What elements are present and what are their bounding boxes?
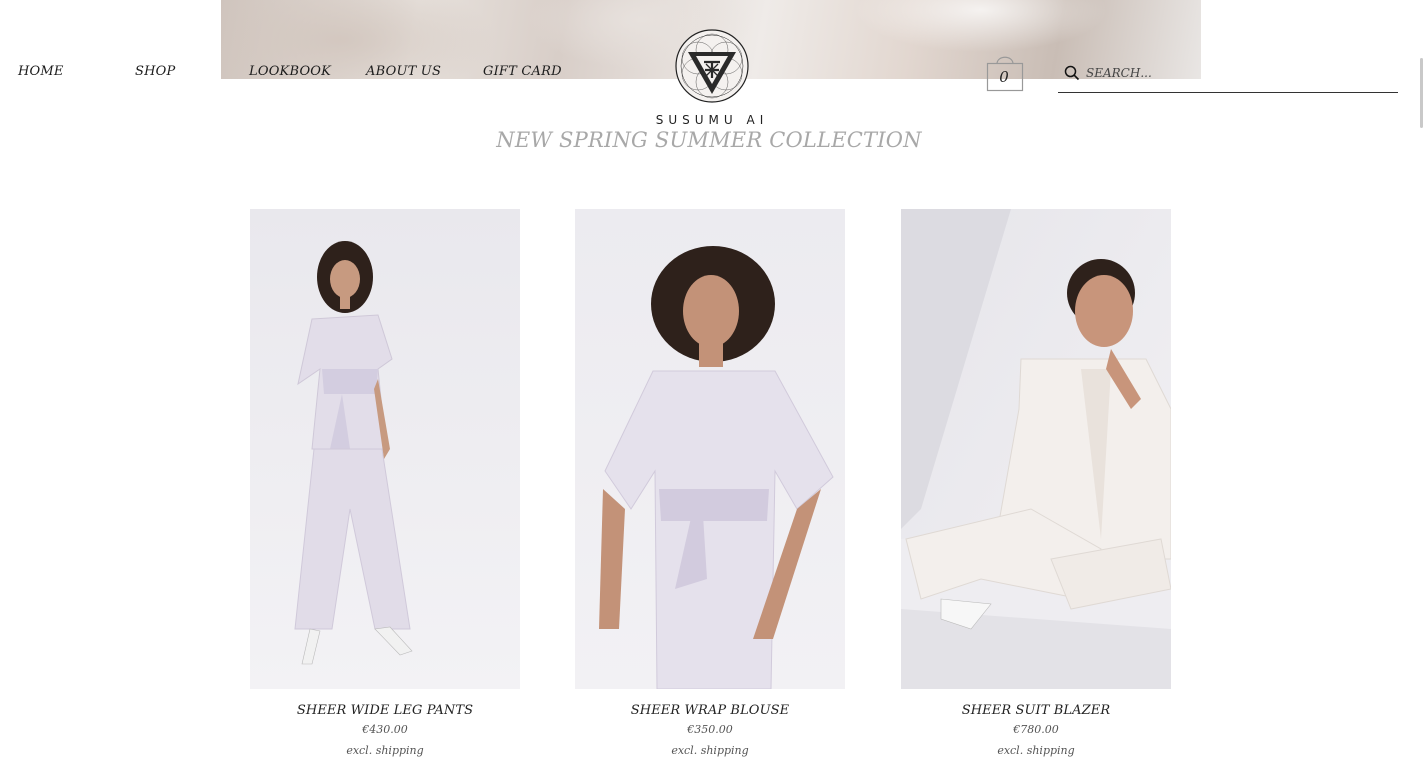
nav-lookbook[interactable]: LOOKBOOK xyxy=(249,64,331,79)
product-image[interactable] xyxy=(575,209,845,689)
product-price: €350.00 xyxy=(687,723,733,736)
page-title: NEW SPRING SUMMER COLLECTION xyxy=(496,128,922,152)
product-name[interactable]: SHEER WIDE LEG PANTS xyxy=(250,703,520,718)
nav-home[interactable]: HOME xyxy=(18,64,64,79)
product-name[interactable]: SHEER SUIT BLAZER xyxy=(901,703,1171,718)
product-price: €430.00 xyxy=(362,723,408,736)
nav-shop[interactable]: SHOP xyxy=(135,64,175,79)
brand-name: SUSUMU AI xyxy=(655,113,769,127)
nav-gift-card[interactable]: GIFT CARD xyxy=(483,64,562,79)
shipping-note: excl. shipping xyxy=(997,744,1075,757)
search-icon[interactable] xyxy=(1064,65,1080,81)
product-card-sheer-wide-leg-pants[interactable]: SHEER WIDE LEG PANTS €430.00 excl. shipp… xyxy=(250,209,520,757)
product-card-sheer-suit-blazer[interactable]: SHEER SUIT BLAZER €780.00 excl. shipping xyxy=(901,209,1171,757)
cart-count: 0 xyxy=(999,68,1009,86)
cart-button[interactable]: 0 xyxy=(985,50,1025,94)
nav-about-us[interactable]: ABOUT US xyxy=(366,64,441,79)
product-image[interactable] xyxy=(250,209,520,689)
product-name[interactable]: SHEER WRAP BLOUSE xyxy=(575,703,845,718)
shipping-note: excl. shipping xyxy=(671,744,749,757)
brand-logo-icon[interactable] xyxy=(674,28,750,104)
search-box[interactable] xyxy=(1058,60,1398,93)
scrollbar-thumb[interactable] xyxy=(1420,58,1423,128)
product-card-sheer-wrap-blouse[interactable]: SHEER WRAP BLOUSE €350.00 excl. shipping xyxy=(575,209,845,757)
shipping-note: excl. shipping xyxy=(346,744,424,757)
search-input[interactable] xyxy=(1086,62,1386,84)
product-price: €780.00 xyxy=(1013,723,1059,736)
product-image[interactable] xyxy=(901,209,1171,689)
page-scrollbar[interactable] xyxy=(1418,0,1425,769)
